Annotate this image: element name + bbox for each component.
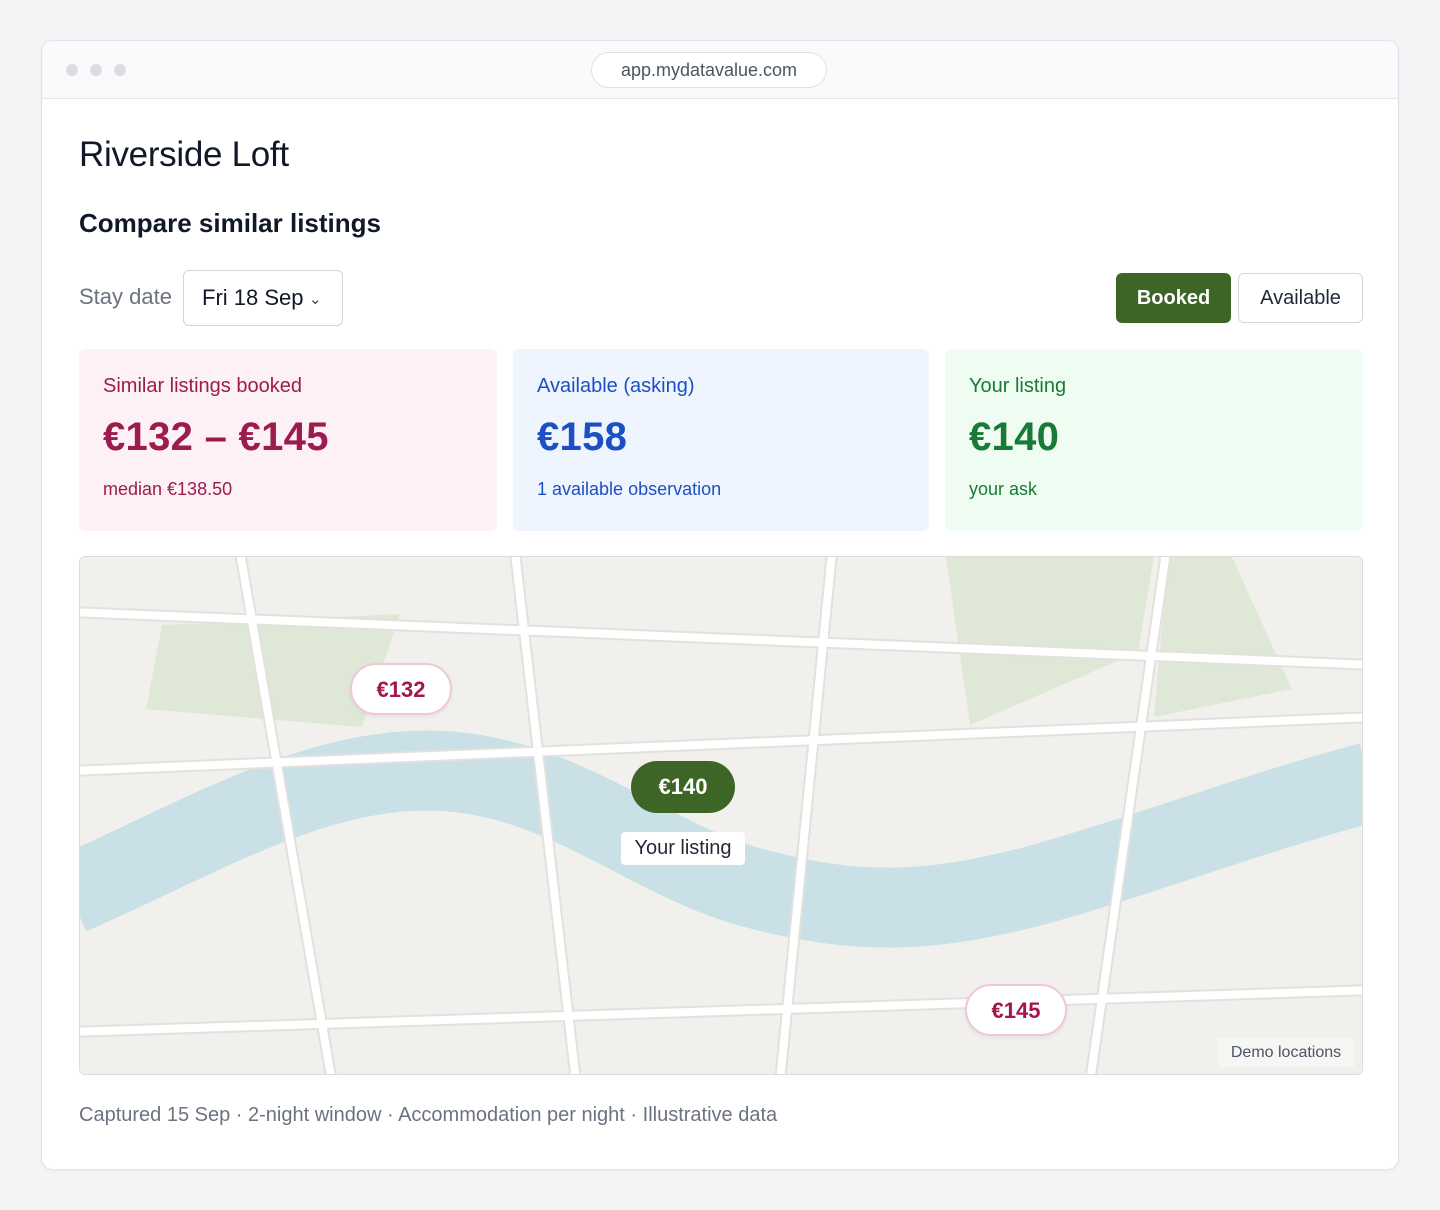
page-title: Riverside Loft (79, 135, 289, 174)
available-card-value: €158 (537, 415, 628, 459)
comparable-price-pin[interactable]: €132 (350, 663, 452, 715)
map-background (80, 557, 1362, 1074)
chevron-down-icon: ⌄ (309, 291, 322, 308)
your-listing-card-sub: your ask (969, 479, 1038, 499)
stay-date-select[interactable]: Fri 18 Sep ⌄ (183, 270, 343, 326)
window-close-dot[interactable] (66, 64, 78, 76)
comparable-price-pin[interactable]: €145 (965, 984, 1067, 1036)
your-listing-card-label: Your listing (969, 375, 1067, 397)
window-minimize-dot[interactable] (90, 64, 102, 76)
booked-card-sub: median €138.50 (103, 479, 233, 499)
browser-window: app.mydatavalue.com Riverside Loft Compa… (41, 40, 1399, 1170)
your-listing-card: Your listing €140 your ask (945, 349, 1363, 531)
available-toggle-button[interactable]: Available (1238, 273, 1363, 323)
available-summary-card: Available (asking) €158 1 available obse… (513, 349, 929, 531)
available-card-label: Available (asking) (537, 375, 695, 397)
booked-card-value: €132 – €145 (103, 415, 329, 459)
footer-caption: Captured 15 Sep · 2-night window · Accom… (79, 1104, 778, 1126)
booked-toggle-button[interactable]: Booked (1116, 273, 1231, 323)
demo-locations-label: Demo locations (1218, 1038, 1354, 1067)
your-listing-pin[interactable]: €140 (631, 761, 735, 813)
browser-titlebar: app.mydatavalue.com (42, 41, 1398, 99)
stay-date-value: Fri 18 Sep (202, 285, 304, 310)
section-title: Compare similar listings (79, 208, 381, 238)
url-bar[interactable]: app.mydatavalue.com (591, 52, 827, 88)
your-listing-card-value: €140 (969, 415, 1060, 459)
stay-date-label: Stay date (79, 284, 172, 309)
window-maximize-dot[interactable] (114, 64, 126, 76)
booked-summary-card: Similar listings booked €132 – €145 medi… (79, 349, 497, 531)
booked-card-label: Similar listings booked (103, 375, 302, 397)
available-card-sub: 1 available observation (537, 479, 722, 499)
listings-map[interactable]: €132 €145 €140 Your listing Demo locatio… (79, 556, 1363, 1075)
your-listing-map-label: Your listing (621, 832, 745, 865)
